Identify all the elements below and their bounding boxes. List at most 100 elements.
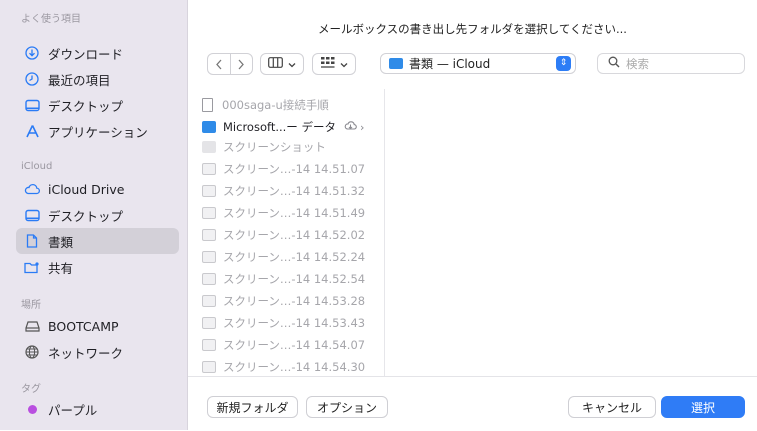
sidebar-section-locations: 場所 xyxy=(21,300,41,311)
columns-view-icon xyxy=(268,57,283,71)
document-icon xyxy=(202,98,213,112)
sidebar-item-label: アプリケーション xyxy=(48,124,148,140)
file-name: スクリーン…-14 14.54.30 xyxy=(223,360,366,374)
dialog-title: メールボックスの書き出し先フォルダを選択してください... xyxy=(318,22,627,36)
shared-folder-icon xyxy=(24,259,40,275)
image-file-icon xyxy=(202,317,216,329)
sidebar-item-downloads[interactable]: ダウンロード xyxy=(16,40,179,66)
sidebar-item-label: デスクトップ xyxy=(48,98,124,114)
file-row[interactable]: スクリーン…-14 14.51.32 xyxy=(202,181,365,201)
location-label: 書類 — iCloud xyxy=(409,57,491,71)
desktop-icon xyxy=(24,207,40,223)
file-row[interactable]: スクリーン…-14 14.54.30 xyxy=(202,357,365,376)
cloud-icon xyxy=(24,181,40,197)
image-file-icon xyxy=(202,163,216,175)
image-file-icon xyxy=(202,273,216,285)
sidebar-item-label: 書類 xyxy=(48,234,74,250)
sidebar: よく使う項目 ダウンロード 最近の項目 デスクトップ アプリケーション iClo… xyxy=(0,0,188,430)
file-name: スクリーン…-14 14.52.24 xyxy=(223,250,366,264)
search-field[interactable]: 検索 xyxy=(597,53,745,74)
sidebar-section-icloud: iCloud xyxy=(21,161,53,172)
purple-tag-icon xyxy=(28,404,37,414)
file-row[interactable]: スクリーン…-14 14.53.28 xyxy=(202,291,365,311)
sidebar-item-bootcamp[interactable]: BOOTCAMP xyxy=(16,313,179,339)
folder-row[interactable]: スクリーンショット xyxy=(202,137,326,157)
file-row[interactable]: スクリーン…-14 14.51.49 xyxy=(202,203,365,223)
sidebar-item-label: ダウンロード xyxy=(48,46,124,62)
cancel-button[interactable]: キャンセル xyxy=(568,396,656,418)
file-row[interactable]: スクリーン…-14 14.52.54 xyxy=(202,269,365,289)
sidebar-item-applications[interactable]: アプリケーション xyxy=(16,118,179,144)
image-file-icon xyxy=(202,361,216,373)
sidebar-item-icloud-drive[interactable]: iCloud Drive xyxy=(16,176,179,202)
up-down-arrows-icon: ⇕ xyxy=(556,56,571,71)
folder-icon xyxy=(202,141,216,153)
sidebar-item-recents[interactable]: 最近の項目 xyxy=(16,66,179,92)
sidebar-item-desktop[interactable]: デスクトップ xyxy=(16,92,179,118)
sidebar-item-network[interactable]: ネットワーク xyxy=(16,339,179,365)
sidebar-section-tags: タグ xyxy=(21,384,41,395)
forward-icon[interactable] xyxy=(231,54,253,74)
search-icon xyxy=(608,56,620,71)
clock-icon xyxy=(24,71,40,87)
image-file-icon xyxy=(202,185,216,197)
sidebar-item-label: 最近の項目 xyxy=(48,72,111,88)
file-name: スクリーン…-14 14.51.49 xyxy=(223,206,366,220)
applications-icon xyxy=(24,123,40,139)
sidebar-item-icloud-desktop[interactable]: デスクトップ xyxy=(16,202,179,228)
file-row[interactable]: 000saga-u接続手順 xyxy=(202,95,329,115)
file-row[interactable]: スクリーン…-14 14.52.24 xyxy=(202,247,365,267)
sidebar-section-favorites: よく使う項目 xyxy=(21,14,81,25)
desktop-icon xyxy=(24,97,40,113)
image-file-icon xyxy=(202,295,216,307)
file-name: スクリーンショット xyxy=(223,140,326,154)
file-name: スクリーン…-14 14.51.07 xyxy=(223,162,366,176)
sidebar-item-label: パープル xyxy=(48,402,98,418)
new-folder-button[interactable]: 新規フォルダ xyxy=(207,396,298,418)
image-file-icon xyxy=(202,229,216,241)
cloud-download-icon[interactable] xyxy=(344,120,357,134)
file-name: スクリーン…-14 14.54.07 xyxy=(223,338,366,352)
chevron-down-icon xyxy=(288,58,296,71)
chevron-down-icon xyxy=(340,58,348,71)
download-icon xyxy=(24,45,40,61)
folder-icon xyxy=(389,58,403,69)
save-dialog: よく使う項目 ダウンロード 最近の項目 デスクトップ アプリケーション iClo… xyxy=(0,0,757,431)
sidebar-item-label: BOOTCAMP xyxy=(48,318,119,334)
file-name: 000saga-u接続手順 xyxy=(222,98,329,112)
search-placeholder: 検索 xyxy=(626,56,649,71)
file-name: Microsoft...ー データ xyxy=(223,120,336,134)
file-row[interactable]: スクリーン…-14 14.52.02 xyxy=(202,225,365,245)
back-forward-control xyxy=(207,53,253,75)
file-name: スクリーン…-14 14.52.02 xyxy=(223,228,366,242)
file-row[interactable]: スクリーン…-14 14.53.43 xyxy=(202,313,365,333)
bottom-bar: 新規フォルダ オプション キャンセル 選択 xyxy=(188,376,757,431)
sidebar-item-label: デスクトップ xyxy=(48,208,124,224)
sidebar-item-documents[interactable]: 書類 xyxy=(16,228,179,254)
file-name: スクリーン…-14 14.53.28 xyxy=(223,294,366,308)
sidebar-item-label: ネットワーク xyxy=(48,345,124,361)
image-file-icon xyxy=(202,339,216,351)
network-icon xyxy=(24,344,40,360)
sidebar-item-shared[interactable]: 共有 xyxy=(16,254,179,280)
options-button[interactable]: オプション xyxy=(306,396,388,418)
file-column: 000saga-u接続手順 Microsoft...ー データ › スクリーンシ… xyxy=(188,89,385,376)
folder-icon xyxy=(202,121,216,133)
chevron-right-icon: › xyxy=(359,120,365,134)
group-button[interactable] xyxy=(312,53,356,75)
sidebar-item-label: iCloud Drive xyxy=(48,181,125,197)
folder-row[interactable]: Microsoft...ー データ › xyxy=(202,117,364,137)
select-button[interactable]: 選択 xyxy=(661,396,745,418)
file-row[interactable]: スクリーン…-14 14.54.07 xyxy=(202,335,365,355)
file-name: スクリーン…-14 14.52.54 xyxy=(223,272,366,286)
file-row[interactable]: スクリーン…-14 14.51.07 xyxy=(202,159,365,179)
disk-icon xyxy=(24,318,40,334)
grid-icon xyxy=(320,56,335,72)
image-file-icon xyxy=(202,207,216,219)
file-name: スクリーン…-14 14.53.43 xyxy=(223,316,366,330)
back-icon[interactable] xyxy=(208,54,231,74)
view-mode-button[interactable] xyxy=(260,53,304,75)
sidebar-item-tag-purple[interactable]: パープル xyxy=(16,396,179,422)
document-icon xyxy=(24,233,40,249)
location-popup[interactable]: 書類 — iCloud ⇕ xyxy=(380,53,576,74)
